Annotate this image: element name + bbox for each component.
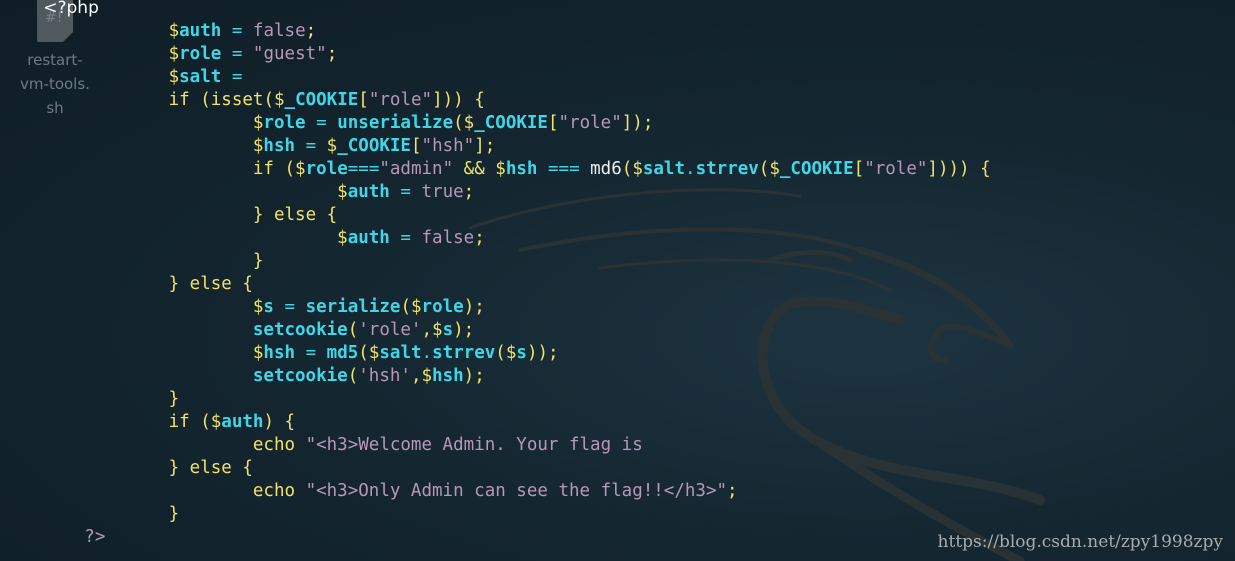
code-line: $role = unserialize($_COOKIE["role"]); [252,113,654,133]
code-line: setcookie('hsh',$hsh); [252,366,485,386]
code-line: $salt = [168,67,243,87]
code-line: } [252,251,264,271]
code-line: $hsh = $_COOKIE["hsh"]; [252,136,496,156]
code-line: if (isset($_COOKIE["role"])) { [168,90,485,110]
code-line: ?> [84,527,106,547]
code-line: $auth = false; [168,21,317,41]
code-line: echo "<h3>Welcome Admin. Your flag is [252,435,643,455]
code-line: $auth = false; [337,228,485,248]
code-line: } else { [168,458,253,478]
code-line: <?php [0,0,99,18]
php-source-code: <?php $auth = false; $role = "guest"; $s… [0,0,991,549]
code-line: if ($role==="admin" && $hsh === md6($sal… [252,159,991,179]
code-line: $s = serialize($role); [252,297,485,317]
code-line: setcookie('role',$s); [252,320,475,340]
code-line: echo "<h3>Only Admin can see the flag!!<… [252,481,738,501]
code-line: } [168,389,180,409]
code-line: } else { [252,205,338,225]
code-line: } else { [168,274,253,294]
code-line: $auth = true; [337,182,475,202]
watermark-url: https://blog.csdn.net/zpy1998zpy [937,532,1223,552]
code-line: } [168,504,180,524]
code-line: if ($auth) { [168,412,296,432]
code-line: $hsh = md5($salt.strrev($s)); [252,343,559,363]
code-line: $role = "guest"; [168,44,338,64]
